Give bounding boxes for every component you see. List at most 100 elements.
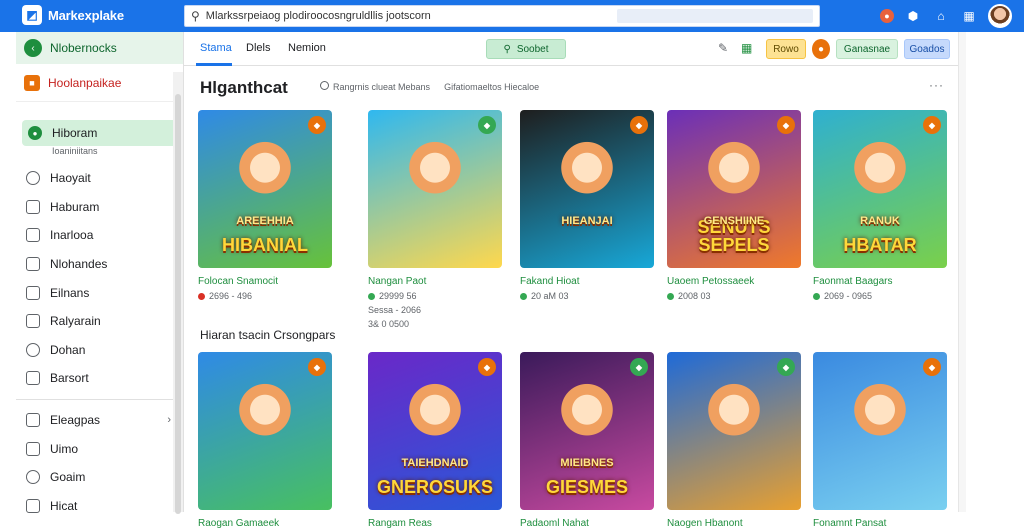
sidebar-item-chart[interactable]: Uimo xyxy=(16,434,183,463)
sidebar-header[interactable]: ‹ Nlobernocks xyxy=(16,32,183,64)
sidebar-item-5[interactable]: Eilnans xyxy=(16,278,183,307)
card-meta-text: 2008 03 xyxy=(678,291,711,301)
character-art xyxy=(402,138,468,204)
character-art xyxy=(554,138,620,204)
home-icon[interactable]: ⌂ xyxy=(932,7,950,25)
card-title[interactable]: Padaoml Nahat xyxy=(520,518,654,529)
game-card[interactable]: ◆ GIESMES MIEIBNES Padaoml Nahat xyxy=(520,352,654,529)
sidebar-item-6[interactable]: Ralyarain xyxy=(16,307,183,336)
card-badge-icon[interactable]: ◆ xyxy=(308,116,326,134)
tab-dlels[interactable]: Dlels xyxy=(246,42,270,54)
folder-icon xyxy=(26,413,40,428)
card-title[interactable]: Uaoem Petossaeek xyxy=(667,276,801,287)
sidebar-brand[interactable]: ■ Hoolanpaikae xyxy=(16,64,183,102)
card-title[interactable]: Naogen Hbanont xyxy=(667,518,801,529)
card-title[interactable]: Raogan Gamaeek xyxy=(198,518,332,529)
doc-icon xyxy=(26,498,40,513)
square-icon xyxy=(26,371,40,386)
card-badge-icon[interactable]: ◆ xyxy=(630,116,648,134)
game-card[interactable]: ◆ Fonamnt Pansat xyxy=(813,352,947,529)
blue-button[interactable]: Goados xyxy=(904,39,950,59)
art-title: GNEROSUKS xyxy=(376,477,493,497)
card-title[interactable]: Faonmat Baagars xyxy=(813,276,947,287)
card-title[interactable]: Fakand Hioat xyxy=(520,276,654,287)
main-content: Hlganthcat Rangrnis clueat Mebans Gifati… xyxy=(184,66,958,529)
edit-icon[interactable]: ✎ xyxy=(718,41,728,55)
art-title: GIESMES xyxy=(545,477,629,497)
game-card[interactable]: ◆ Raogan Gamaeek xyxy=(198,352,332,529)
sidebar-item-4[interactable]: Nlohandes xyxy=(16,250,183,279)
game-thumbnail[interactable]: ◆ GNEROSUKS TAIEHDNAID xyxy=(368,352,502,510)
card-title[interactable]: Fonamnt Pansat xyxy=(813,518,947,529)
game-thumbnail[interactable]: ◆ HIBANIAL AREEHHIA xyxy=(198,110,332,268)
sidebar-item-doc[interactable]: Hicat xyxy=(16,492,183,521)
card-badge-icon[interactable]: ◆ xyxy=(478,358,496,376)
art-subtitle: GENSHIINE xyxy=(703,215,765,227)
card-meta-text: 2069 - 0965 xyxy=(824,291,873,301)
scrollbar-thumb[interactable] xyxy=(175,94,181,514)
page-meta: Rangrnis clueat Mebans Gifatiomaeltos Hi… xyxy=(320,81,539,92)
search-action-button[interactable]: ⚲ Soobet xyxy=(486,39,566,59)
avatar[interactable] xyxy=(988,4,1012,28)
card-badge-icon[interactable]: ◆ xyxy=(478,116,496,134)
game-card[interactable]: ◆ HIBANIAL AREEHHIA Folocan Snamocit 2696 - … xyxy=(198,110,332,301)
sidebar-item-label: Eilnans xyxy=(50,285,90,300)
notification-icon[interactable]: ● xyxy=(880,9,894,23)
more-options-icon[interactable]: ··· xyxy=(929,78,944,92)
sidebar-item-label: Haoyait xyxy=(50,171,91,186)
brand[interactable]: ◩ Markexplake xyxy=(22,5,124,25)
card-title[interactable]: Nangan Paot xyxy=(368,276,502,287)
sidebar-item-8[interactable]: Barsort xyxy=(16,364,183,393)
game-card[interactable]: ◆ Naogen Hbanont xyxy=(667,352,801,529)
game-thumbnail[interactable]: ◆ HIEANJAI xyxy=(520,110,654,268)
game-thumbnail[interactable]: ◆ xyxy=(368,110,502,268)
card-title[interactable]: Rangam Reas xyxy=(368,518,502,529)
sidebar-item-clock[interactable]: Goaim xyxy=(16,463,183,492)
search-input[interactable] xyxy=(205,10,611,22)
game-thumbnail[interactable]: ◆ HBATAR RANUK xyxy=(813,110,947,268)
tab-nemion[interactable]: Nemion xyxy=(288,42,326,54)
card-title[interactable]: Folocan Snamocit xyxy=(198,276,332,287)
sidebar-item-3[interactable]: Inarlooa xyxy=(16,221,183,250)
game-thumbnail[interactable]: ◆ SENUTS SEPELS GENSHIINE xyxy=(667,110,801,268)
game-card[interactable]: ◆ HBATAR RANUK Faonmat Baagars 2069 - 0965 xyxy=(813,110,947,301)
sidebar-item-1[interactable]: Haoyait xyxy=(16,164,183,193)
sidebar-item-2[interactable]: Haburam xyxy=(16,193,183,222)
game-thumbnail[interactable]: ◆ xyxy=(813,352,947,510)
game-card[interactable]: ◆ SENUTS SEPELS GENSHIINE Uaoem Petossaeek 2… xyxy=(667,110,801,301)
alert-icon[interactable]: ● xyxy=(812,39,830,59)
game-card[interactable]: ◆ Nangan Paot 29999 56 Sessa - 2066 3& 0 050… xyxy=(368,110,502,329)
meta-one[interactable]: Rangrnis clueat Mebans xyxy=(320,81,430,92)
search-bar[interactable]: ⚲ xyxy=(184,5,820,27)
sidebar-item-7[interactable]: Dohan xyxy=(16,336,183,365)
page-scrollbar[interactable] xyxy=(958,32,966,512)
card-badge-icon[interactable]: ◆ xyxy=(630,358,648,376)
art-subtitle: AREEHHIA xyxy=(236,215,294,227)
sidebar-item-folder[interactable]: Eleagpas › xyxy=(16,406,183,435)
tab-stama[interactable]: Stama xyxy=(200,42,232,54)
game-thumbnail[interactable]: ◆ xyxy=(667,352,801,510)
meta-two[interactable]: Gifatiomaeltos Hiecaloe xyxy=(444,82,539,92)
shield-icon[interactable]: ⬢ xyxy=(904,7,922,25)
card-badge-icon[interactable]: ◆ xyxy=(308,358,326,376)
card-badge-icon[interactable]: ◆ xyxy=(923,358,941,376)
grid-view-icon[interactable]: ▦ xyxy=(741,41,752,55)
game-card[interactable]: ◆ GNEROSUKS TAIEHDNAID Rangam Reas xyxy=(368,352,502,529)
yellow-button[interactable]: Rowo xyxy=(766,39,806,59)
light-green-button[interactable]: Ganasnae xyxy=(836,39,898,59)
sidebar-item-active[interactable]: ● Hiboram xyxy=(22,120,179,146)
gamepad-icon xyxy=(26,199,40,214)
character-art xyxy=(402,380,468,446)
top-icons: ● ⬢ ⌂ ▦ xyxy=(880,4,1012,28)
card-badge-icon[interactable]: ◆ xyxy=(777,116,795,134)
status-dot-icon xyxy=(368,292,375,300)
apps-grid-icon[interactable]: ▦ xyxy=(960,7,978,25)
back-icon: ‹ xyxy=(24,39,42,57)
game-card[interactable]: ◆ HIEANJAI Fakand Hioat 20 aM 03 xyxy=(520,110,654,301)
card-badge-icon[interactable]: ◆ xyxy=(777,358,795,376)
game-thumbnail[interactable]: ◆ GIESMES MIEIBNES xyxy=(520,352,654,510)
sidebar-scrollbar[interactable] xyxy=(173,72,183,514)
game-thumbnail[interactable]: ◆ xyxy=(198,352,332,510)
card-badge-icon[interactable]: ◆ xyxy=(923,116,941,134)
card-meta-text: 29999 56 xyxy=(379,291,417,301)
